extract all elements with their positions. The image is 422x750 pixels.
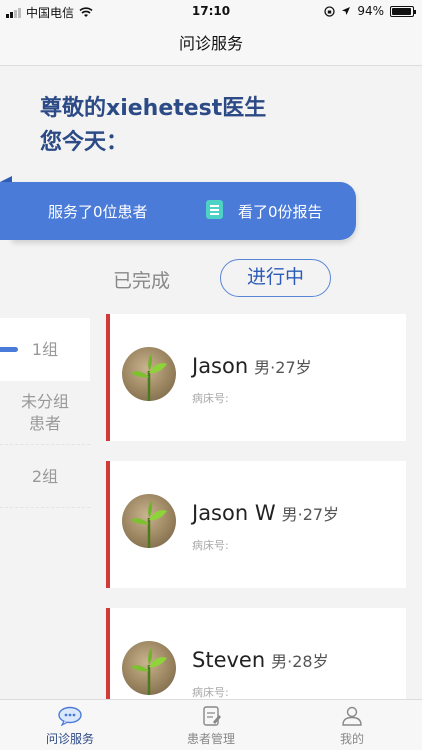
page-title: 问诊服务 — [178, 34, 243, 53]
patient-name: Jason W — [192, 501, 276, 525]
patient-avatar — [122, 347, 176, 401]
group-item-2[interactable]: 2组 — [0, 445, 90, 508]
chat-icon — [58, 706, 82, 726]
orientation-lock-icon — [324, 5, 335, 17]
location-icon — [342, 7, 351, 15]
group-label: 1组 — [31, 340, 59, 359]
status-right: 94% — [324, 4, 416, 18]
status-bar: 中国电信 17:10 94% — [0, 0, 422, 22]
patient-card[interactable]: Jason 男·27岁 病床号: — [106, 314, 406, 441]
greeting-line-1: 尊敬的xiehetest医生 — [40, 96, 267, 121]
patient-name: Steven — [192, 648, 266, 672]
patient-name: Jason — [192, 354, 249, 378]
tab-in-progress[interactable]: 进行中 — [220, 259, 331, 297]
tab-bar-consult[interactable]: 问诊服务 — [0, 706, 140, 747]
group-label: 2组 — [31, 467, 59, 486]
patient-avatar — [122, 641, 176, 695]
served-count: 服务了0位患者 — [48, 203, 148, 221]
greeting: 尊敬的xiehetest医生 您今天： — [40, 92, 266, 160]
group-label: 未分组 — [20, 392, 69, 411]
group-sidebar: 1组 未分组 患者 2组 — [0, 318, 90, 508]
tab-bar-label: 我的 — [339, 732, 364, 746]
tab-bar-patients[interactable]: 患者管理 — [141, 706, 281, 747]
nav-bar: 问诊服务 — [0, 22, 422, 66]
patient-avatar — [122, 494, 176, 548]
tab-completed[interactable]: 已完成 — [113, 266, 170, 293]
report-count[interactable]: 看了0份报告 — [238, 201, 323, 222]
bed-number: 病床号: — [192, 686, 229, 699]
summary-banner: 服务了0位患者 看了0份报告 — [0, 182, 356, 240]
patient-meta: 男·27岁 — [281, 505, 340, 524]
patient-name-row: Jason 男·27岁 — [192, 354, 312, 378]
bottom-tab-bar: 问诊服务 患者管理 我的 — [0, 699, 422, 750]
active-group-indicator — [0, 347, 18, 352]
group-item-ungrouped[interactable]: 未分组 患者 — [0, 381, 90, 445]
patient-list: Jason 男·27岁 病床号: Jason W 男·27岁 病床号: Stev… — [106, 314, 406, 750]
user-icon — [342, 706, 362, 726]
group-label: 患者 — [28, 414, 61, 433]
patient-meta: 男·28岁 — [271, 652, 329, 671]
patient-card[interactable]: Jason W 男·27岁 病床号: — [106, 461, 406, 588]
bed-number: 病床号: — [192, 539, 229, 552]
bed-number: 病床号: — [192, 392, 229, 405]
tab-bar-label: 问诊服务 — [45, 732, 94, 746]
patient-name-row: Steven 男·28岁 — [192, 648, 329, 672]
edit-document-icon — [203, 706, 221, 726]
tab-bar-mine[interactable]: 我的 — [282, 706, 422, 747]
report-icon — [206, 200, 223, 219]
group-item-1[interactable]: 1组 — [0, 318, 90, 381]
battery-icon — [390, 5, 416, 17]
greeting-line-2: 您今天： — [40, 130, 129, 155]
patient-meta: 男·27岁 — [254, 358, 312, 377]
battery-percent: 94% — [357, 4, 384, 18]
tab-bar-label: 患者管理 — [186, 732, 235, 746]
patient-name-row: Jason W 男·27岁 — [192, 501, 339, 525]
